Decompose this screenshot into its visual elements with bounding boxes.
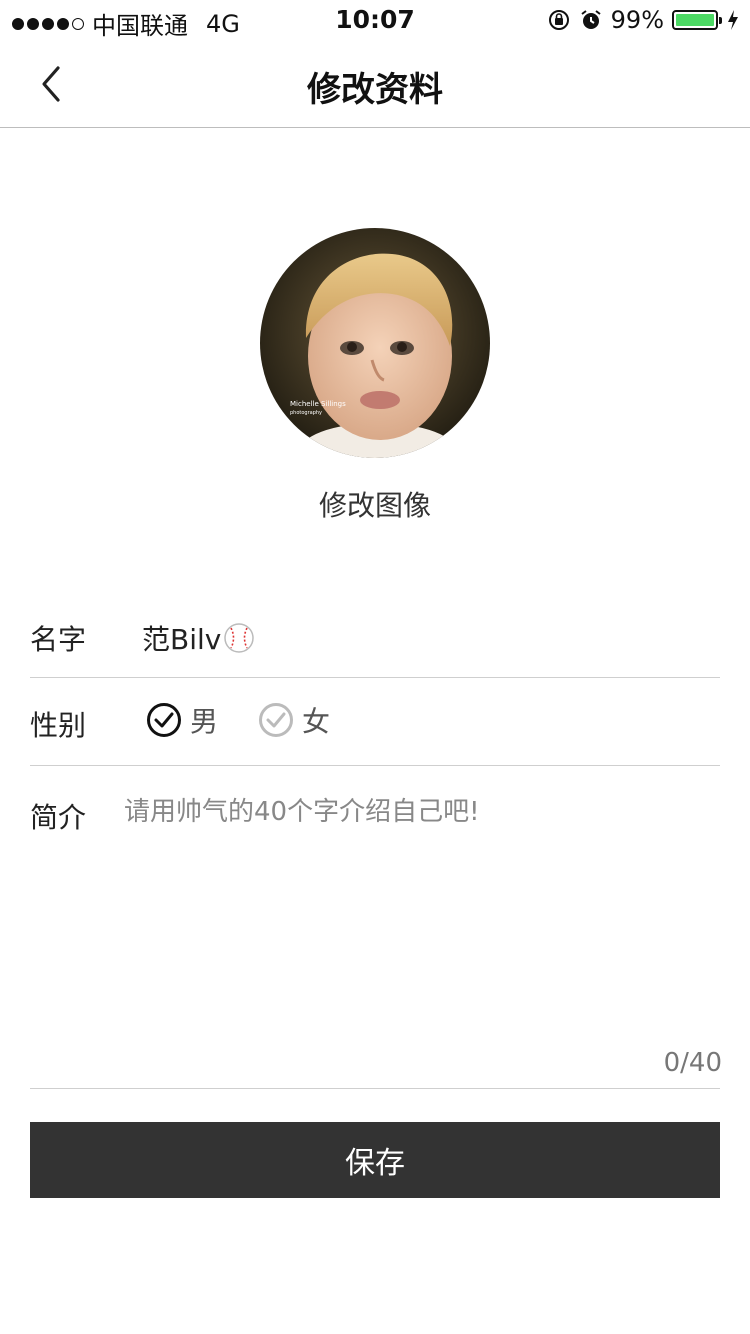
gender-option-female[interactable]: 女 [258,700,330,740]
bio-label: 简介 [30,801,87,834]
bio-input[interactable] [124,792,720,1032]
name-value: 范Bilv [142,623,222,656]
change-avatar-label[interactable]: 修改图像 [0,484,750,524]
battery-percent: 99% [610,6,664,34]
charging-bolt-icon [728,10,738,30]
avatar-photo: Michelle Sillings photography [260,228,490,458]
gender-male-label: 男 [190,705,219,738]
check-circle-selected-icon [147,703,181,737]
name-field[interactable]: 范Bilv [142,618,255,658]
battery-icon [672,10,722,30]
edit-profile-screen: 中国联通 4G 10:07 99% 修改资料 Michelle Sillings… [0,0,750,1334]
divider [30,1088,720,1089]
name-label: 名字 [30,623,87,656]
avatar[interactable]: Michelle Sillings photography [260,228,490,458]
divider [30,765,720,766]
gender-label: 性别 [30,709,87,742]
status-right: 99% [547,6,740,34]
save-button[interactable]: 保存 [30,1122,720,1198]
gender-female-label: 女 [302,705,331,738]
alarm-icon [581,10,601,29]
page-title: 修改资料 [307,70,443,110]
battery-fill [676,14,714,26]
svg-text:photography: photography [290,410,322,416]
orientation-lock-icon [548,10,569,30]
divider [30,677,720,678]
check-circle-unselected-icon [259,703,293,737]
bio-char-counter: 0/40 [663,1048,722,1078]
status-bar: 中国联通 4G 10:07 99% [0,0,750,40]
photo-watermark: Michelle Sillings [290,400,346,408]
baseball-icon [224,623,255,653]
navigation-bar: 修改资料 [0,40,750,128]
gender-option-male[interactable]: 男 [146,700,218,740]
